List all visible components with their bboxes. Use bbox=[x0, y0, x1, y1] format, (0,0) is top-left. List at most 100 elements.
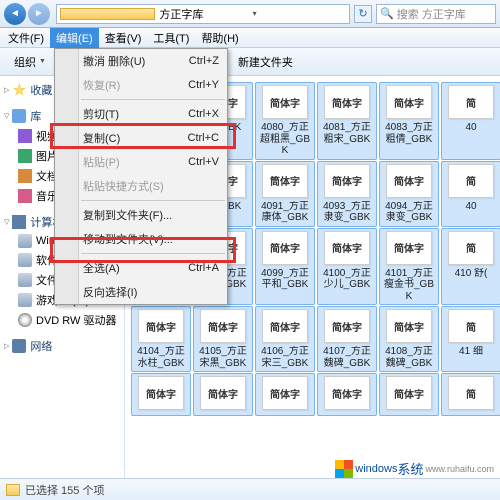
refresh-button[interactable]: ↻ bbox=[354, 5, 372, 23]
file-thumbnail: 简 bbox=[448, 309, 494, 343]
file-item[interactable]: 简体字 4100_方正少儿_GBK bbox=[317, 228, 377, 306]
file-thumbnail: 简体字 bbox=[324, 309, 370, 343]
folder-icon bbox=[60, 8, 155, 20]
file-label: 4104_方正水柱_GBK bbox=[134, 346, 188, 369]
menu-redo[interactable]: 恢复(R)Ctrl+Y bbox=[55, 73, 227, 97]
disk-icon bbox=[18, 253, 32, 267]
file-item[interactable]: 筒体字 4091_方正康体_GBK bbox=[255, 161, 315, 227]
file-item[interactable]: 简 41 细 bbox=[441, 306, 500, 372]
menu-tools[interactable]: 工具(T) bbox=[147, 28, 195, 48]
file-label: 4100_方正少儿_GBK bbox=[320, 268, 374, 291]
watermark: windows系统 www.ruhaifu.com bbox=[333, 459, 496, 478]
file-thumbnail: 简体字 bbox=[262, 309, 308, 343]
menu-file[interactable]: 文件(F) bbox=[2, 28, 50, 48]
file-item[interactable]: 简 410 舒( bbox=[441, 228, 500, 306]
dvd-icon bbox=[18, 313, 32, 327]
organize-button[interactable]: 组织▼ bbox=[6, 51, 54, 73]
status-bar: 已选择 155 个项 bbox=[0, 478, 500, 500]
file-thumbnail: 简 bbox=[448, 376, 494, 410]
file-thumbnail: 简体字 bbox=[324, 231, 370, 265]
file-thumbnail: 筒体字 bbox=[262, 164, 308, 198]
menu-invert-selection[interactable]: 反向选择(I) bbox=[55, 280, 227, 304]
file-thumbnail: 简体字 bbox=[262, 85, 308, 119]
file-item[interactable]: 简体字 bbox=[255, 373, 315, 416]
menu-help[interactable]: 帮助(H) bbox=[195, 28, 244, 48]
file-item[interactable]: 简体字4081_方正粗宋_GBK bbox=[317, 82, 377, 160]
file-item[interactable]: 简体字 bbox=[379, 373, 439, 416]
new-folder-button[interactable]: 新建文件夹 bbox=[230, 51, 301, 73]
picture-icon bbox=[18, 149, 32, 163]
menu-copy-to[interactable]: 复制到文件夹(F)... bbox=[55, 203, 227, 227]
file-thumbnail: 简体字 bbox=[386, 231, 432, 265]
computer-icon bbox=[12, 215, 26, 229]
file-item[interactable]: 简体字4099_方正平和_GBK bbox=[255, 228, 315, 306]
menu-copy[interactable]: 复制(C)Ctrl+C bbox=[55, 126, 227, 150]
file-thumbnail: 简体字 bbox=[138, 309, 184, 343]
disk-icon bbox=[18, 293, 32, 307]
address-path: 方正字库 bbox=[159, 6, 252, 22]
file-label: 4108_方正魏碑_GBK bbox=[382, 346, 436, 369]
file-thumbnail: 简体字 bbox=[262, 376, 308, 410]
file-thumbnail: 简 bbox=[448, 164, 494, 198]
file-label: 4094_方正隶变_GBK bbox=[382, 201, 436, 224]
folder-icon bbox=[6, 484, 20, 496]
file-item[interactable]: 简体字4106_方正宋三_GBK bbox=[255, 306, 315, 372]
file-item[interactable]: 简体字 bbox=[131, 373, 191, 416]
file-label: 4083_方正粗倩_GBK bbox=[382, 122, 436, 145]
address-bar[interactable]: 方正字库 ▾ bbox=[56, 4, 350, 24]
file-item[interactable]: 简40 bbox=[441, 82, 500, 160]
file-label: 40 bbox=[465, 201, 476, 213]
file-thumbnail: 简体字 bbox=[138, 376, 184, 410]
sidebar-network[interactable]: ▷网络 bbox=[0, 336, 124, 356]
file-item[interactable]: 简体字 4105_方正宋黑_GBK bbox=[193, 306, 253, 372]
menu-bar: 文件(F) 编辑(E) 查看(V) 工具(T) 帮助(H) bbox=[0, 28, 500, 48]
network-icon bbox=[12, 339, 26, 353]
menu-select-all[interactable]: 全选(A)Ctrl+A bbox=[55, 256, 227, 280]
file-label: 4091_方正康体_GBK bbox=[258, 201, 312, 224]
file-thumbnail: 简体字 bbox=[262, 231, 308, 265]
search-input[interactable]: 🔍 搜索 方正字库 bbox=[376, 4, 496, 24]
star-icon bbox=[12, 83, 26, 97]
file-label: 4105_方正宋黑_GBK bbox=[196, 346, 250, 369]
disk-icon bbox=[18, 234, 32, 248]
file-thumbnail: 简体字 bbox=[324, 164, 370, 198]
file-item[interactable]: 简体字4101_方正瘦金书_GBK bbox=[379, 228, 439, 306]
file-item[interactable]: 简体字4080_方正超粗黑_GBK bbox=[255, 82, 315, 160]
file-item[interactable]: 简体字 4083_方正粗倩_GBK bbox=[379, 82, 439, 160]
menu-move-to[interactable]: 移动到文件夹(V)... bbox=[55, 227, 227, 251]
menu-cut[interactable]: 剪切(T)Ctrl+X bbox=[55, 102, 227, 126]
file-thumbnail: 简体字 bbox=[200, 309, 246, 343]
chevron-down-icon: ▼ bbox=[39, 58, 46, 65]
file-item[interactable]: 简 40 bbox=[441, 161, 500, 227]
file-label: 4101_方正瘦金书_GBK bbox=[382, 268, 436, 303]
file-item[interactable]: 简体字4093_方正隶变_GBK bbox=[317, 161, 377, 227]
file-item[interactable]: 简体字 4108_方正魏碑_GBK bbox=[379, 306, 439, 372]
file-item[interactable]: 简 bbox=[441, 373, 500, 416]
file-item[interactable]: 简体字 bbox=[317, 373, 377, 416]
file-item[interactable]: 简体字 4104_方正水柱_GBK bbox=[131, 306, 191, 372]
disk-icon bbox=[18, 273, 32, 287]
dropdown-icon[interactable]: ▾ bbox=[253, 9, 346, 18]
video-icon bbox=[18, 129, 32, 143]
nav-forward-button[interactable]: ► bbox=[28, 3, 50, 25]
menu-view[interactable]: 查看(V) bbox=[99, 28, 148, 48]
sidebar-item-dvd[interactable]: DVD RW 驱动器 bbox=[0, 310, 124, 330]
file-label: 4107_方正魏碑_GBK bbox=[320, 346, 374, 369]
document-icon bbox=[18, 169, 32, 183]
file-item[interactable]: 简体字4094_方正隶变_GBK bbox=[379, 161, 439, 227]
nav-back-button[interactable]: ◄ bbox=[4, 3, 26, 25]
file-thumbnail: 简体字 bbox=[386, 85, 432, 119]
file-label: 410 舒( bbox=[455, 268, 488, 280]
file-thumbnail: 简 bbox=[448, 231, 494, 265]
file-label: 41 细 bbox=[459, 346, 483, 358]
menu-paste-shortcut[interactable]: 粘贴快捷方式(S) bbox=[55, 174, 227, 198]
file-label: 40 bbox=[465, 122, 476, 134]
library-icon bbox=[12, 109, 26, 123]
edit-dropdown: 撤消 删除(U)Ctrl+Z 恢复(R)Ctrl+Y 剪切(T)Ctrl+X 复… bbox=[54, 48, 228, 305]
file-item[interactable]: 简体字 bbox=[193, 373, 253, 416]
menu-edit[interactable]: 编辑(E) bbox=[50, 28, 99, 48]
menu-undo[interactable]: 撤消 删除(U)Ctrl+Z bbox=[55, 49, 227, 73]
file-item[interactable]: 简体字 4107_方正魏碑_GBK bbox=[317, 306, 377, 372]
file-thumbnail: 简体字 bbox=[386, 309, 432, 343]
menu-paste[interactable]: 粘贴(P)Ctrl+V bbox=[55, 150, 227, 174]
